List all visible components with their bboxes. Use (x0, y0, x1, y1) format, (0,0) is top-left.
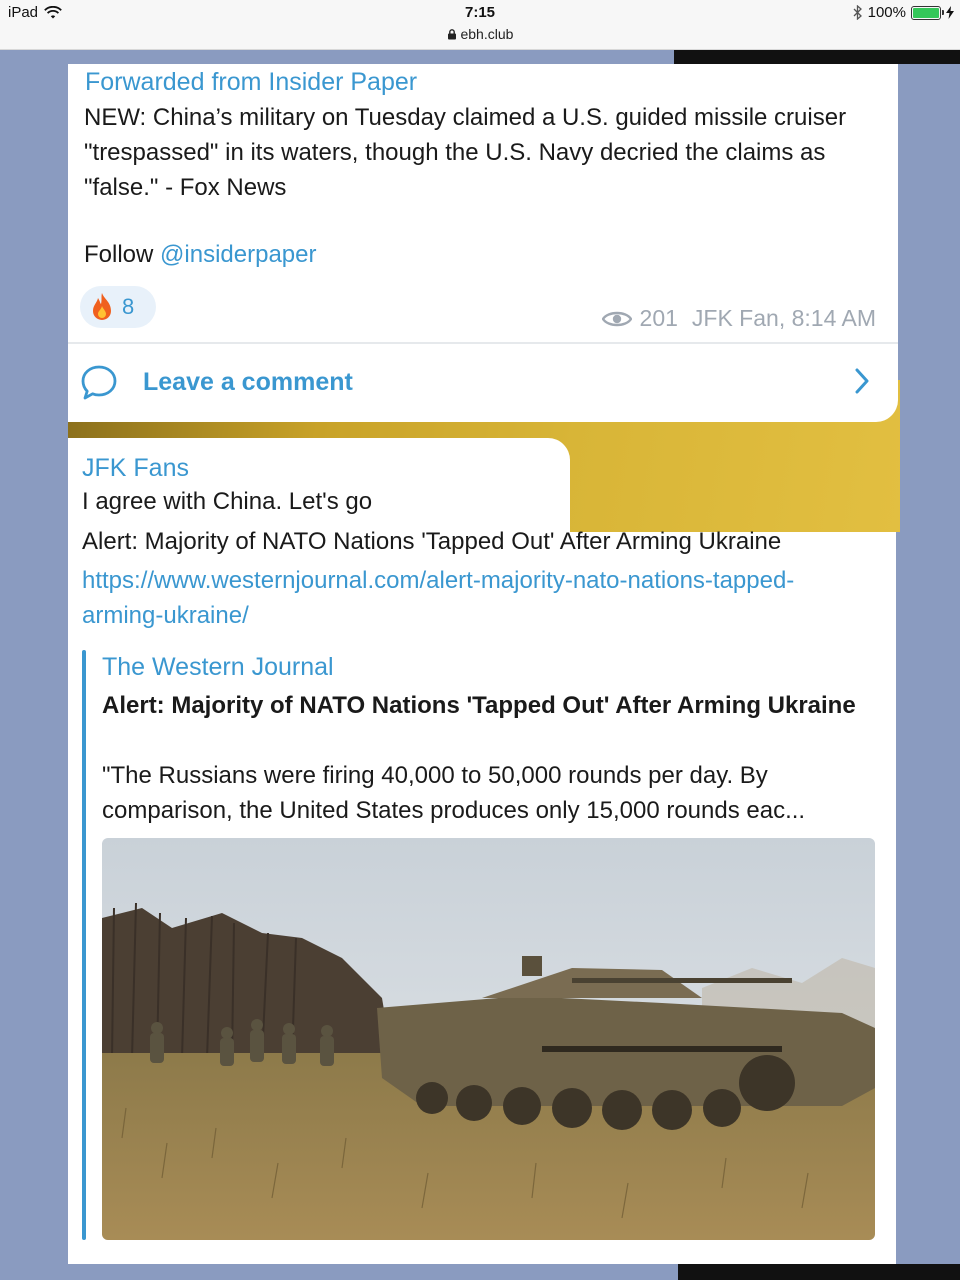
link-preview-accent-bar (82, 650, 86, 1240)
preview-description: "The Russians were firing 40,000 to 50,0… (102, 762, 806, 824)
follow-line: Follow @insiderpaper (84, 241, 316, 269)
eye-icon (601, 311, 632, 326)
message-text-2: Alert: Majority of NATO Nations 'Tapped … (82, 528, 782, 555)
reaction-chip[interactable]: 8 (80, 286, 156, 328)
fire-icon (93, 293, 111, 320)
charging-icon (946, 6, 954, 19)
url-text: ebh.club (460, 26, 514, 42)
preview-image[interactable] (102, 838, 875, 1240)
message-text-1: I agree with China. Let's go (82, 488, 373, 515)
preview-site-name[interactable]: The Western Journal (102, 653, 334, 682)
signature-time: JFK Fan, 8:14 AM (691, 305, 876, 331)
leave-comment-button[interactable]: Leave a comment (68, 344, 898, 422)
clock: 7:15 (464, 4, 496, 21)
status-right: 100% (853, 4, 954, 21)
address-bar[interactable]: ebh.club (0, 26, 960, 42)
message-bubble-1: Forwarded from Insider Paper NEW: China’… (68, 64, 898, 422)
battery-icon (911, 5, 944, 20)
follow-prefix: Follow (84, 241, 154, 268)
bluetooth-icon (853, 5, 862, 20)
follow-handle-link[interactable]: @insiderpaper (160, 241, 316, 268)
article-link[interactable]: https://www.westernjournal.com/alert-maj… (82, 563, 842, 633)
message-meta: 201 JFK Fan, 8:14 AM (601, 305, 876, 332)
reaction-count: 8 (122, 294, 135, 319)
top-dark-band (674, 50, 960, 64)
preview-title[interactable]: Alert: Majority of NATO Nations 'Tapped … (102, 688, 862, 723)
author-name[interactable]: JFK Fans (82, 454, 189, 483)
message-text: NEW: China’s military on Tuesday claimed… (84, 104, 847, 201)
leave-comment-label: Leave a comment (143, 368, 353, 396)
view-count: 201 (639, 305, 678, 331)
status-bar: iPad 7:15 ebh.club 100% (0, 0, 960, 50)
bottom-dark-band (678, 1264, 960, 1280)
battery-percent: 100% (867, 4, 906, 21)
preview-photo-illustration (102, 838, 875, 1240)
lock-icon (447, 29, 456, 40)
comment-icon (81, 365, 117, 400)
forwarded-from-label[interactable]: Forwarded from Insider Paper (85, 68, 417, 97)
chevron-right-icon (855, 368, 869, 394)
